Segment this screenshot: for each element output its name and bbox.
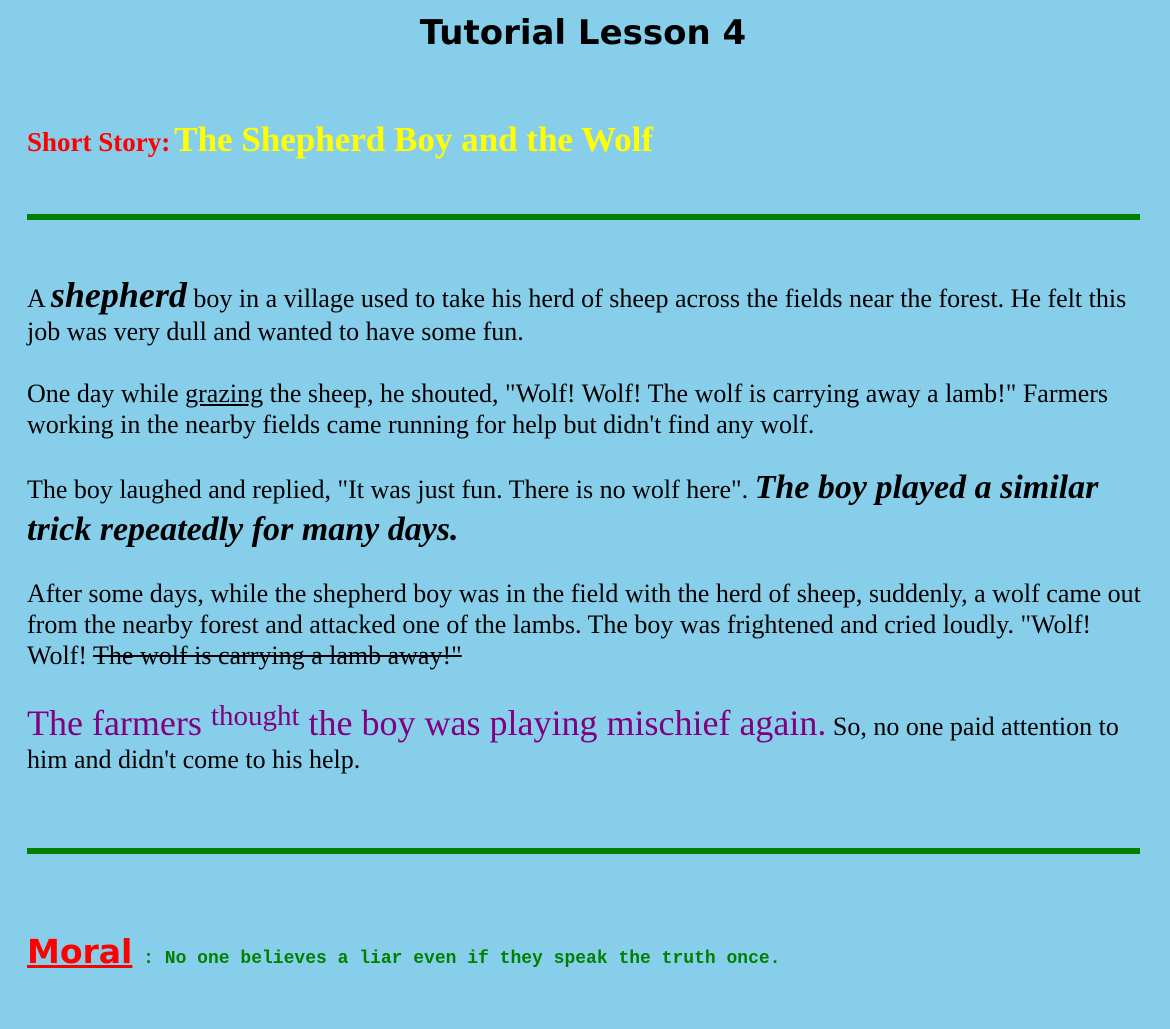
moral-separator: : — [132, 949, 165, 969]
p3-text: The boy laughed and replied, "It was jus… — [27, 475, 755, 504]
moral-label: Moral — [27, 932, 133, 971]
thought-superscript: thought — [210, 700, 300, 732]
page-title: Tutorial Lesson 4 — [419, 13, 747, 53]
farmers-thought-text: The farmers thought the boy was playing … — [27, 700, 827, 743]
struck-text: The wolf is carrying a lamb away!" — [93, 641, 462, 670]
shepherd-emphasis: shepherd — [50, 275, 187, 315]
paragraph-3: The boy laughed and replied, "It was jus… — [27, 468, 1147, 552]
grazing-underlined: grazing — [185, 379, 264, 408]
p1-text-before: A — [27, 284, 51, 313]
divider-top — [27, 214, 1140, 220]
moral-text: No one believes a liar even if they spea… — [164, 949, 781, 969]
story-title: The Shepherd Boy and the Wolf — [174, 120, 654, 159]
paragraph-1: A shepherd boy in a village used to take… — [27, 277, 1147, 348]
p5-purple-before: The farmers — [27, 703, 211, 743]
story-label: Short Story: — [27, 127, 171, 157]
moral-line: Moral : No one believes a liar even if t… — [27, 932, 780, 971]
lesson-page: Tutorial Lesson 4 Short Story: The Sheph… — [0, 0, 1170, 1029]
divider-bottom — [27, 848, 1140, 854]
p2-text-before: One day while — [27, 379, 186, 408]
paragraph-2: One day while grazing the sheep, he shou… — [27, 378, 1147, 440]
paragraph-4: After some days, while the shepherd boy … — [27, 578, 1147, 671]
p1-text-after: boy in a village used to take his herd o… — [27, 284, 1127, 346]
paragraph-5: The farmers thought the boy was playing … — [27, 700, 1147, 776]
story-heading: Short Story: The Shepherd Boy and the Wo… — [27, 120, 653, 160]
p5-purple-after: the boy was playing mischief again. — [299, 703, 827, 743]
